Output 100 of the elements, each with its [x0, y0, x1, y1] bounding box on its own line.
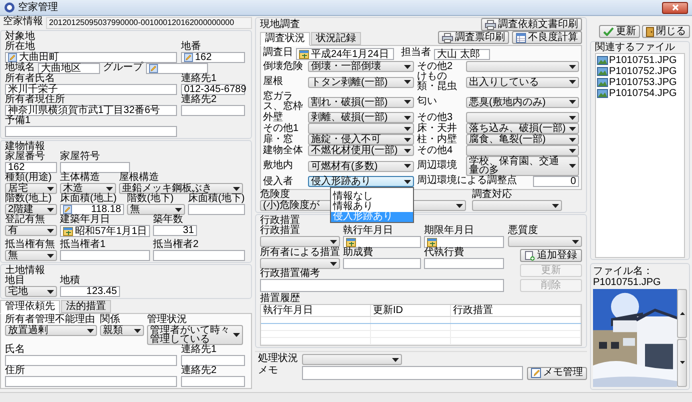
dropdown[interactable]: 施錠・侵入不可	[308, 134, 414, 145]
field-label: 登記有無	[5, 215, 45, 225]
dropdown[interactable]: トタン剥離(一部)	[308, 76, 414, 88]
button[interactable]: メモ管理	[527, 366, 587, 380]
file-item[interactable]: P1010753.JPG	[597, 77, 683, 88]
dropdown[interactable]: 有	[5, 225, 57, 236]
door-icon	[646, 26, 654, 36]
text-field[interactable]	[60, 250, 150, 261]
field-label: 危険度	[260, 190, 290, 200]
field-label: 外壁	[263, 112, 283, 122]
field-label: 代執行費	[424, 248, 464, 258]
dropdown[interactable]	[260, 258, 340, 269]
field-label: 氏名	[5, 345, 25, 355]
dropdown[interactable]: 2階建	[5, 204, 57, 215]
dropdown[interactable]: 倒壊・一部倒壊	[308, 61, 414, 72]
dropdown[interactable]: 可燃材有(多数)	[308, 160, 414, 172]
dropdown[interactable]: 悪臭(敷地内のみ)	[466, 96, 579, 108]
text-field[interactable]: 012-345-6789	[181, 84, 245, 95]
text-field[interactable]	[188, 204, 245, 215]
close-button[interactable]	[662, 2, 688, 14]
tab[interactable]: 状況記録	[311, 32, 361, 45]
scroll-up-button[interactable]	[677, 289, 687, 338]
tab[interactable]: 法的措置	[61, 300, 111, 313]
text-field[interactable]	[260, 279, 504, 292]
field-label: 所在地	[5, 42, 35, 52]
tab[interactable]: 調査状況	[260, 32, 310, 46]
group-title: 行政措置	[260, 215, 300, 226]
dropdown[interactable]: 腐食、亀裂(一部)	[466, 134, 579, 145]
button[interactable]: 追加登録	[520, 249, 582, 262]
text-field[interactable]: 0	[533, 176, 579, 187]
field-label: 築年数	[153, 215, 183, 225]
field-label: 階数(地下)	[127, 194, 174, 204]
field-label: 所有者による措置	[260, 248, 340, 258]
button[interactable]: 更新	[599, 25, 640, 38]
text-field[interactable]: 31	[153, 225, 197, 236]
caret-icon	[134, 328, 141, 332]
button[interactable]: 不良度計算	[512, 31, 582, 44]
text-field[interactable]	[153, 250, 245, 261]
text-field[interactable]: 平成24年1月24日	[296, 48, 394, 60]
text-field[interactable]	[5, 376, 177, 387]
caret-icon	[572, 240, 579, 244]
text-field[interactable]: 123.45	[60, 286, 120, 297]
caret-icon	[404, 180, 411, 184]
file-item[interactable]: P1010752.JPG	[597, 66, 683, 77]
text-field[interactable]: 118.18	[60, 204, 124, 215]
text-field[interactable]	[181, 376, 245, 387]
dropdown[interactable]: 放置過剰	[5, 325, 97, 336]
text-field[interactable]	[181, 355, 245, 366]
dropdown[interactable]: 無	[127, 204, 185, 215]
dropdown[interactable]: 亜鉛メッキ鋼板ぶき	[119, 183, 243, 194]
field-label: 抵当権者1	[60, 240, 106, 250]
file-item[interactable]: P1010754.JPG	[597, 88, 683, 99]
field-label: 扉・窓	[263, 134, 294, 144]
dropdown[interactable]: 木造	[60, 183, 116, 194]
dropdown[interactable]: 居宅	[5, 183, 57, 194]
text-field[interactable]	[5, 355, 177, 366]
dropdown[interactable]: 出入りしている	[466, 76, 579, 88]
text-field[interactable]: 大曲田町	[5, 52, 177, 63]
scroll-down-button[interactable]	[677, 338, 687, 387]
field-label: その他4	[417, 146, 453, 156]
caret-icon	[569, 64, 576, 68]
caret-icon	[233, 186, 240, 190]
button[interactable]: 調査依頼文書印刷	[481, 18, 582, 31]
dropdown[interactable]: 侵入形跡あり	[308, 176, 414, 187]
field-label: メモ	[258, 366, 279, 376]
dropdown-option[interactable]: 情報あり	[331, 202, 413, 212]
tab[interactable]: 管理依頼先	[0, 300, 60, 314]
dropdown[interactable]: 無	[5, 250, 57, 261]
dropdown[interactable]: 管理者がいて時々管理している	[147, 325, 243, 345]
table-icon	[516, 32, 526, 42]
text-field[interactable]	[60, 162, 130, 173]
text-field[interactable]	[424, 236, 504, 248]
text-field[interactable]: 神奈川県横須賀市武1丁目32番6号	[5, 105, 177, 116]
field-label: 連絡先2	[181, 95, 217, 105]
close-icon	[672, 4, 678, 11]
text-field[interactable]: 昭和57年1月1日	[60, 225, 150, 237]
dropdown[interactable]: 剥離、破損(一部)	[308, 112, 414, 123]
dropdown[interactable]: 学校、保育園、交通量の多	[466, 156, 579, 176]
dropdown[interactable]: 割れ・破損(一部)	[308, 96, 414, 108]
text-field[interactable]	[343, 236, 421, 248]
dropdown[interactable]: 親類	[100, 325, 144, 336]
dropdown[interactable]: 不燃化材使用(一部)	[308, 145, 414, 156]
dropdown-option[interactable]: 情報なし	[331, 192, 413, 202]
text-field[interactable]	[5, 126, 177, 137]
text-field[interactable]	[424, 258, 504, 269]
dropdown[interactable]: 宅地	[5, 286, 57, 297]
text-field[interactable]: 大曲地区	[38, 63, 100, 74]
dropdown[interactable]: 落ち込み、破損(一部)	[466, 123, 579, 134]
text-field[interactable]: 162	[181, 52, 245, 63]
text-field[interactable]: 162	[5, 162, 57, 173]
field-label: 調査対応	[472, 190, 512, 200]
file-item[interactable]: P1010751.JPG	[597, 55, 683, 66]
text-field[interactable]: 米川千栄子	[5, 84, 177, 95]
button[interactable]: 調査票印刷	[438, 31, 509, 44]
text-field[interactable]: 大山 太郎	[434, 48, 490, 60]
text-field[interactable]	[146, 63, 208, 74]
text-field[interactable]	[181, 105, 245, 116]
text-field[interactable]	[343, 258, 421, 269]
text-field[interactable]	[302, 366, 523, 380]
button[interactable]: 閉じる	[642, 25, 690, 38]
